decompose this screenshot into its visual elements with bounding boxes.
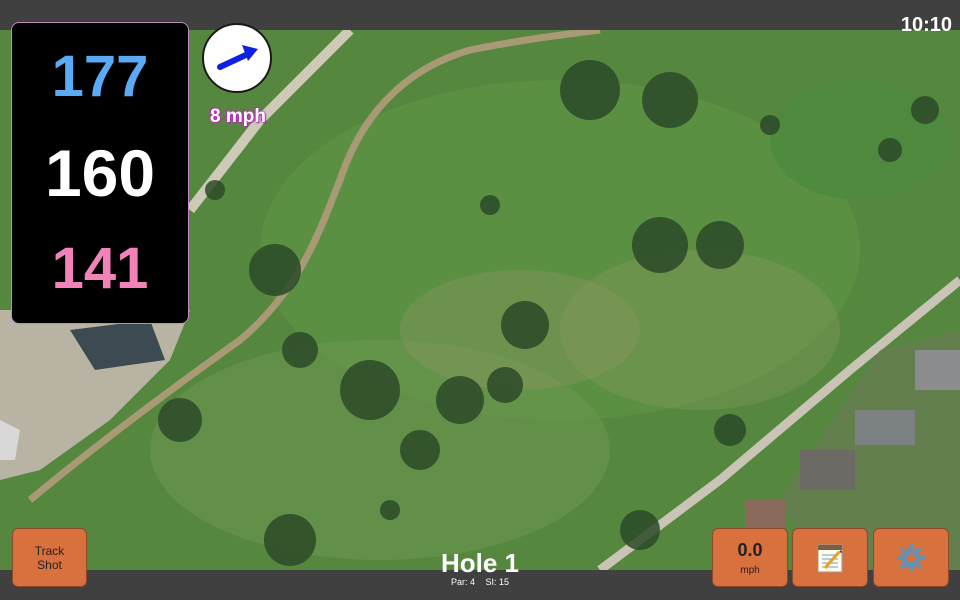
- speed-button[interactable]: 0.0 mph: [712, 528, 788, 587]
- hole-title: Hole 1: [440, 548, 520, 578]
- hole-par: Par: 4: [450, 577, 475, 587]
- clock: 10:10: [900, 14, 952, 36]
- hole-info: Par: 4 SI: 15: [380, 577, 580, 587]
- gear-icon: [897, 543, 925, 572]
- wind-indicator: [202, 23, 272, 93]
- track-shot-button[interactable]: Track Shot: [12, 528, 87, 587]
- speed-unit: mph: [740, 564, 760, 576]
- hole-stroke-index: SI: 15: [485, 577, 510, 587]
- notes-button[interactable]: [792, 528, 868, 587]
- back-distance: 177: [51, 44, 149, 109]
- front-distance: 141: [51, 236, 149, 301]
- notepad-icon: [817, 544, 843, 572]
- settings-button[interactable]: [873, 528, 949, 587]
- track-shot-label: Track Shot: [34, 543, 65, 572]
- middle-distance: 160: [44, 136, 156, 210]
- wind-speed: 8 mph: [210, 106, 266, 127]
- arrow-right-up-icon: [217, 45, 258, 70]
- distance-panel: 177 160 141: [11, 22, 189, 324]
- speed-value: 0.0: [737, 539, 763, 560]
